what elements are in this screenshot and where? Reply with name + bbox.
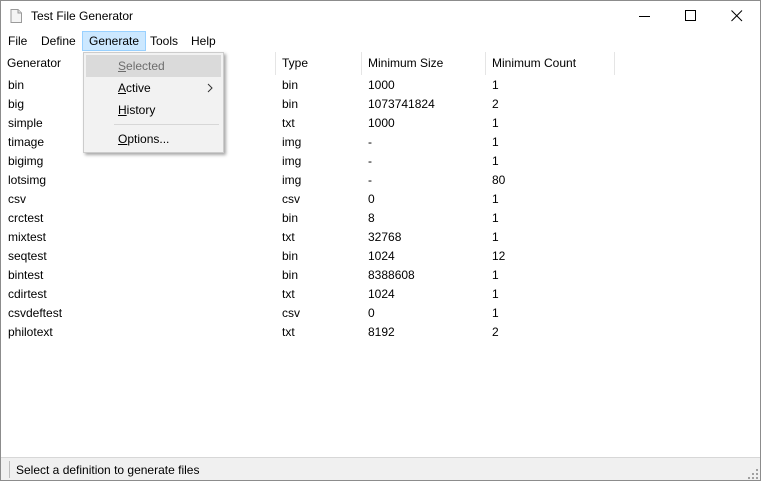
cell-generator: bin [8,78,25,92]
status-text: Select a definition to generate files [16,463,200,477]
status-bar: Select a definition to generate files [1,457,760,480]
file-icon [10,9,22,23]
menu-file[interactable]: File [2,31,33,51]
menu-tools[interactable]: Tools [144,31,184,51]
table-row[interactable]: bintest bin 8388608 1 [1,266,760,285]
cell-type: bin [282,268,299,282]
cell-type: img [282,135,302,149]
cell-min-count: 1 [492,268,499,282]
cell-type: csv [282,306,300,320]
menu-bar: File Define Generate Tools Help [1,31,760,51]
cell-min-count: 1 [492,78,499,92]
cell-generator: bintest [8,268,44,282]
table-row[interactable]: bigimg img - 1 [1,152,760,171]
resize-grip-icon[interactable] [748,469,758,479]
close-button[interactable] [714,1,760,31]
cell-type: bin [282,97,299,111]
table-row[interactable]: cdirtest txt 1024 1 [1,285,760,304]
cell-generator: csvdeftest [8,306,63,320]
cell-generator: bigimg [8,154,44,168]
cell-type: txt [282,287,295,301]
table-row[interactable]: csvdeftest csv 0 1 [1,304,760,323]
app-window: Test File Generator File Define Generate… [0,0,761,481]
cell-type: bin [282,78,299,92]
table-row[interactable]: lotsimg img - 80 [1,171,760,190]
chevron-right-icon [207,83,213,93]
cell-min-count: 2 [492,97,499,111]
cell-type: csv [282,192,300,206]
cell-generator: mixtest [8,230,47,244]
menu-item-options[interactable]: Options... [86,128,221,150]
menu-item-active[interactable]: Active [86,77,221,99]
cell-generator: timage [8,135,45,149]
cell-generator: cdirtest [8,287,47,301]
cell-min-count: 1 [492,135,499,149]
cell-min-count: 1 [492,230,499,244]
cell-min-size: 8388608 [368,268,415,282]
column-header-min-size[interactable]: Minimum Size [362,52,486,75]
cell-min-size: 0 [368,192,375,206]
menu-define[interactable]: Define [35,31,82,51]
close-icon [731,10,743,22]
cell-generator: philotext [8,325,53,339]
cell-min-count: 1 [492,287,499,301]
menu-item-selected[interactable]: Selected [86,55,221,77]
column-header-type[interactable]: Type [276,52,362,75]
cell-type: txt [282,325,295,339]
maximize-icon [685,10,696,21]
cell-min-count: 80 [492,173,506,187]
cell-type: img [282,154,302,168]
cell-min-size: - [368,173,372,187]
cell-min-count: 12 [492,249,506,263]
cell-type: txt [282,116,295,130]
maximize-button[interactable] [668,1,714,31]
cell-min-count: 2 [492,325,499,339]
cell-min-size: - [368,154,372,168]
menu-item-history[interactable]: History [86,99,221,121]
cell-min-count: 1 [492,306,499,320]
cell-generator: seqtest [8,249,47,263]
cell-min-size: 32768 [368,230,402,244]
minimize-button[interactable] [622,1,668,31]
minimize-icon [639,16,650,17]
cell-min-size: 0 [368,306,375,320]
table-row[interactable]: csv csv 0 1 [1,190,760,209]
cell-min-count: 1 [492,116,499,130]
cell-generator: big [8,97,25,111]
cell-min-size: 1073741824 [368,97,435,111]
title-bar[interactable]: Test File Generator [1,1,760,31]
cell-min-count: 1 [492,192,499,206]
menu-separator [114,124,219,125]
cell-min-count: 1 [492,154,499,168]
cell-type: txt [282,230,295,244]
cell-min-size: 1024 [368,249,395,263]
cell-min-size: 8 [368,211,375,225]
cell-type: bin [282,249,299,263]
menu-help[interactable]: Help [185,31,222,51]
cell-min-size: 1000 [368,116,395,130]
cell-min-size: - [368,135,372,149]
cell-type: img [282,173,302,187]
cell-min-size: 1024 [368,287,395,301]
cell-type: bin [282,211,299,225]
cell-generator: simple [8,116,43,130]
cell-min-size: 1000 [368,78,395,92]
table-row[interactable]: mixtest txt 32768 1 [1,228,760,247]
table-row[interactable]: crctest bin 8 1 [1,209,760,228]
table-row[interactable]: seqtest bin 1024 12 [1,247,760,266]
window-title: Test File Generator [31,9,134,23]
table-row[interactable]: philotext txt 8192 2 [1,323,760,342]
cell-min-count: 1 [492,211,499,225]
cell-generator: lotsimg [8,173,47,187]
column-header-min-count[interactable]: Minimum Count [486,52,615,75]
menu-generate[interactable]: Generate [82,31,147,51]
cell-min-size: 8192 [368,325,395,339]
status-divider [9,461,10,478]
cell-generator: csv [8,192,26,206]
cell-generator: crctest [8,211,44,225]
generate-dropdown-menu: Selected Active History Options... [83,52,224,153]
